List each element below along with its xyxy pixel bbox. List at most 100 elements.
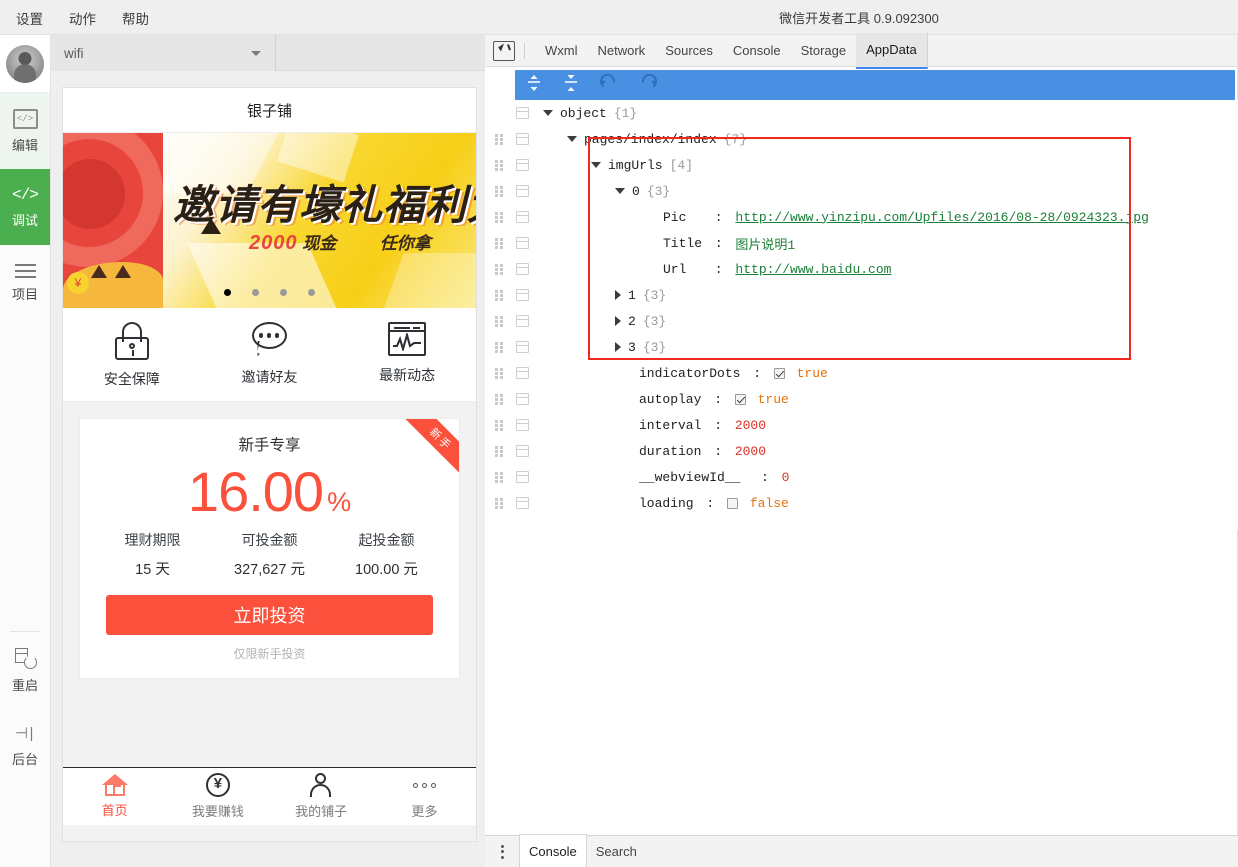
banner-carousel[interactable]: ¥ 邀请有壕礼福利大升 2000 现金 任你拿 xyxy=(63,133,476,308)
rail-spacer xyxy=(0,321,50,631)
invest-now-button[interactable]: 立即投资 xyxy=(106,595,433,635)
carousel-dot[interactable] xyxy=(224,289,231,296)
tree-row[interactable]: imgUrls[4] xyxy=(485,152,1238,178)
more-options-icon[interactable] xyxy=(495,845,509,859)
tree-row-content: 0{3} xyxy=(615,184,670,199)
chevron-right-icon[interactable] xyxy=(615,290,621,300)
row-window-icon[interactable] xyxy=(516,419,529,431)
tabbar-item-earn[interactable]: ¥ 我要赚钱 xyxy=(166,768,269,825)
nav-item-invite[interactable]: 邀请好友 xyxy=(201,322,339,389)
row-window-icon[interactable] xyxy=(516,393,529,405)
chevron-down-icon[interactable] xyxy=(591,162,601,168)
rail-item-label: 调试 xyxy=(12,210,38,229)
nav-item-news[interactable]: 最新动态 xyxy=(338,322,476,389)
tab-console[interactable]: Console xyxy=(723,36,791,66)
row-window-icon[interactable] xyxy=(516,367,529,379)
row-drag-handle[interactable] xyxy=(495,186,505,197)
chevron-right-icon[interactable] xyxy=(615,316,621,326)
row-drag-handle[interactable] xyxy=(495,472,505,483)
tree-row[interactable]: loading : false xyxy=(485,490,1238,516)
rail-item-debug[interactable]: </> 调试 xyxy=(0,169,50,245)
row-drag-handle[interactable] xyxy=(495,290,505,301)
tab-storage[interactable]: Storage xyxy=(791,36,857,66)
tab-sources[interactable]: Sources xyxy=(655,36,723,66)
rail-item-project[interactable]: 项目 xyxy=(0,245,50,321)
row-drag-handle[interactable] xyxy=(495,160,505,171)
carousel-dots[interactable] xyxy=(63,289,476,296)
row-drag-handle[interactable] xyxy=(495,264,505,275)
tabbar-item-more[interactable]: 更多 xyxy=(373,768,476,825)
inspect-cursor-icon[interactable] xyxy=(493,41,515,61)
tabbar-item-shop[interactable]: 我的铺子 xyxy=(270,768,373,825)
row-window-icon[interactable] xyxy=(516,289,529,301)
tree-row-key: pages/index/index xyxy=(584,132,717,147)
tree-row[interactable]: Url : http://www.baidu.com xyxy=(485,256,1238,282)
product-card[interactable]: 新手 新手专享 16.00% 理财期限 15 天 可投金额 xyxy=(79,418,460,679)
chevron-down-icon[interactable] xyxy=(543,110,553,116)
tree-row[interactable]: duration : 2000 xyxy=(485,438,1238,464)
row-window-icon[interactable] xyxy=(516,341,529,353)
tree-row[interactable]: 1{3} xyxy=(485,282,1238,308)
collapse-all-icon[interactable] xyxy=(562,74,580,97)
tree-row[interactable]: indicatorDots : true xyxy=(485,360,1238,386)
tab-wxml[interactable]: Wxml xyxy=(535,36,588,66)
tab-network[interactable]: Network xyxy=(588,36,656,66)
row-window-icon[interactable] xyxy=(516,263,529,275)
row-drag-handle[interactable] xyxy=(495,134,505,145)
row-drag-handle[interactable] xyxy=(495,446,505,457)
bottom-tab-search[interactable]: Search xyxy=(587,839,646,864)
row-window-icon[interactable] xyxy=(516,497,529,509)
rail-item-restart[interactable]: 重启 xyxy=(0,632,50,708)
chevron-down-icon[interactable] xyxy=(615,188,625,194)
tab-appdata[interactable]: AppData xyxy=(856,33,928,69)
boolean-checkbox[interactable] xyxy=(727,498,738,509)
carousel-dot[interactable] xyxy=(280,289,287,296)
tree-row[interactable]: autoplay : true xyxy=(485,386,1238,412)
tree-row[interactable]: __webviewId__ : 0 xyxy=(485,464,1238,490)
boolean-checkbox[interactable] xyxy=(735,394,746,405)
tree-row[interactable]: 3{3} xyxy=(485,334,1238,360)
carousel-dot[interactable] xyxy=(308,289,315,296)
row-window-icon[interactable] xyxy=(516,107,529,119)
row-window-icon[interactable] xyxy=(516,159,529,171)
undo-icon[interactable] xyxy=(599,74,619,97)
tree-row[interactable]: pages/index/index{7} xyxy=(485,126,1238,152)
tree-row[interactable]: interval : 2000 xyxy=(485,412,1238,438)
row-drag-handle[interactable] xyxy=(495,316,505,327)
tree-row-link[interactable]: http://www.yinzipu.com/Upfiles/2016/08-2… xyxy=(735,210,1148,225)
row-drag-handle[interactable] xyxy=(495,342,505,353)
tree-row[interactable]: 0{3} xyxy=(485,178,1238,204)
chevron-down-icon[interactable] xyxy=(567,136,577,142)
row-drag-handle[interactable] xyxy=(495,238,505,249)
row-drag-handle[interactable] xyxy=(495,498,505,509)
row-drag-handle[interactable] xyxy=(495,394,505,405)
row-window-icon[interactable] xyxy=(516,237,529,249)
network-select[interactable]: wifi xyxy=(51,35,276,71)
row-window-icon[interactable] xyxy=(516,185,529,197)
rail-item-background[interactable]: ⊣| 后台 xyxy=(0,708,50,784)
row-window-icon[interactable] xyxy=(516,133,529,145)
row-window-icon[interactable] xyxy=(516,445,529,457)
stat-minimum: 起投金额 100.00 元 xyxy=(328,530,445,579)
row-window-icon[interactable] xyxy=(516,211,529,223)
user-avatar[interactable] xyxy=(0,35,50,93)
tree-row[interactable]: Title : 图片说明1 xyxy=(485,230,1238,256)
rail-item-edit[interactable]: </> 编辑 xyxy=(0,93,50,169)
tree-row[interactable]: Pic : http://www.yinzipu.com/Upfiles/201… xyxy=(485,204,1238,230)
nav-item-security[interactable]: 安全保障 xyxy=(63,322,201,389)
tree-row[interactable]: object{1} xyxy=(485,100,1238,126)
row-drag-handle[interactable] xyxy=(495,368,505,379)
tabbar-item-home[interactable]: 首页 xyxy=(63,768,166,825)
chevron-right-icon[interactable] xyxy=(615,342,621,352)
redo-icon[interactable] xyxy=(638,74,658,97)
bottom-tab-console[interactable]: Console xyxy=(519,834,587,867)
row-window-icon[interactable] xyxy=(516,315,529,327)
tree-row-link[interactable]: http://www.baidu.com xyxy=(735,262,891,277)
row-window-icon[interactable] xyxy=(516,471,529,483)
expand-all-icon[interactable] xyxy=(525,74,543,97)
row-drag-handle[interactable] xyxy=(495,420,505,431)
boolean-checkbox[interactable] xyxy=(774,368,785,379)
tree-row[interactable]: 2{3} xyxy=(485,308,1238,334)
row-drag-handle[interactable] xyxy=(495,212,505,223)
carousel-dot[interactable] xyxy=(252,289,259,296)
